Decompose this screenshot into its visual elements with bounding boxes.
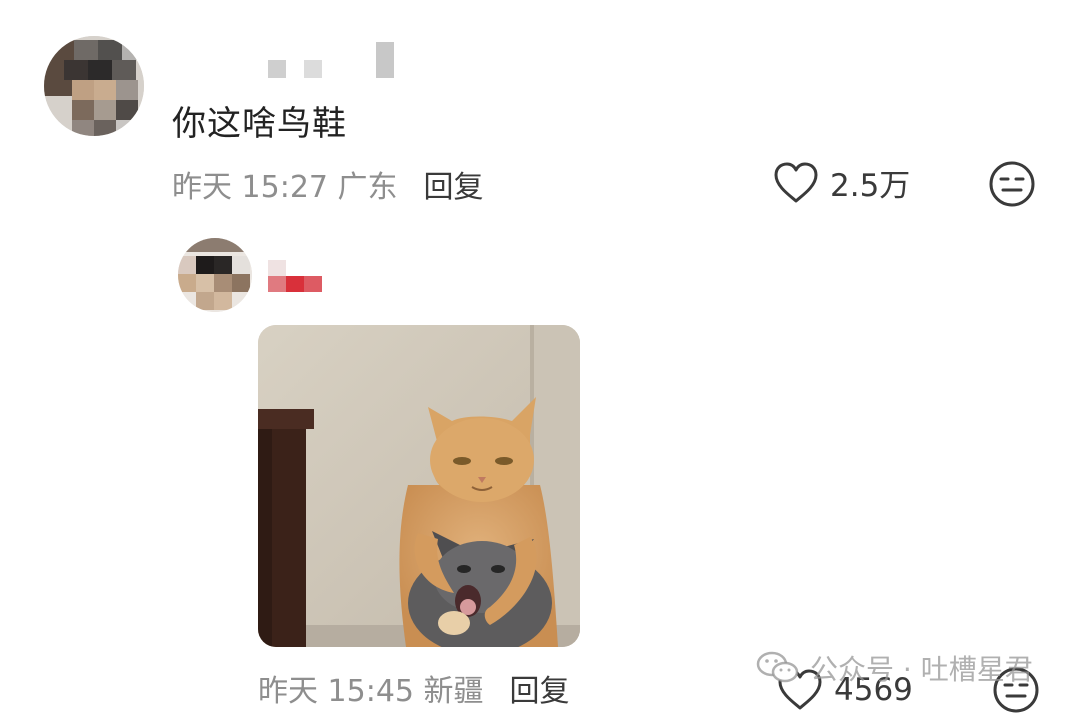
like-button[interactable]: 2.5万 xyxy=(772,160,910,205)
commenter-name-blurred[interactable] xyxy=(266,42,398,82)
heart-outline-icon xyxy=(774,162,818,202)
comment-time-location: 昨天 15:27 广东 xyxy=(172,170,398,205)
comment-meta: 昨天 15:27 广东 回复 xyxy=(172,162,484,206)
pixelated-avatar-image xyxy=(178,238,252,312)
pixelated-username-tag xyxy=(268,260,322,292)
neutral-face-icon[interactable] xyxy=(988,160,1036,208)
pixelated-username xyxy=(268,42,394,78)
replier-name-blurred[interactable] xyxy=(268,258,324,294)
comment-text: 你这啥鸟鞋 xyxy=(172,104,347,144)
commenter-avatar[interactable] xyxy=(44,36,144,136)
reply-image-cats[interactable] xyxy=(258,325,580,647)
cat-hug-photo xyxy=(258,325,580,647)
watermark: 公众号 · 吐槽星君 xyxy=(756,648,1033,688)
pixelated-avatar-image xyxy=(44,36,144,136)
reply-meta: 昨天 15:45 新疆 回复 xyxy=(258,666,570,710)
watermark-text: 公众号 · 吐槽星君 xyxy=(810,653,1033,686)
reply-button[interactable]: 回复 xyxy=(510,674,570,709)
reply-time-location: 昨天 15:45 新疆 xyxy=(258,674,484,709)
replier-avatar[interactable] xyxy=(178,238,252,312)
like-count: 2.5万 xyxy=(830,168,911,204)
reply-button[interactable]: 回复 xyxy=(424,170,484,205)
wechat-icon xyxy=(756,651,799,683)
